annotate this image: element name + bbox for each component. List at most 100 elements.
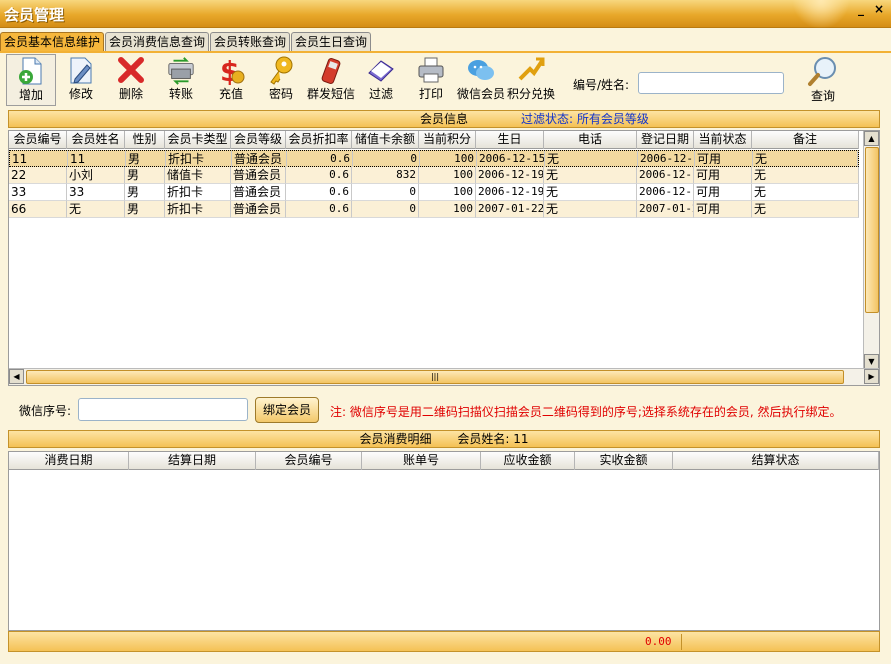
- cell: 普通会员: [231, 167, 286, 184]
- add-button[interactable]: 增加: [6, 54, 56, 106]
- cell: 0.6: [287, 151, 353, 168]
- cell: 男: [125, 184, 165, 201]
- print-button[interactable]: 打印: [406, 54, 456, 106]
- cell: 100: [419, 167, 476, 184]
- scroll-down-icon[interactable]: ▼: [864, 354, 879, 369]
- column-header[interactable]: 登记日期: [637, 131, 694, 149]
- column-header[interactable]: 消费日期: [9, 452, 129, 470]
- minimize-button[interactable]: _: [853, 3, 869, 17]
- bind-member-button[interactable]: 绑定会员: [255, 397, 319, 423]
- table-row[interactable]: 22 小刘 男 储值卡 普通会员 0.6 832 100 2006-12-19 …: [9, 167, 859, 184]
- add-doc-icon: [16, 55, 46, 87]
- scroll-left-icon[interactable]: ◀: [9, 369, 24, 384]
- column-header[interactable]: 性别: [125, 131, 165, 149]
- member-table-header: 会员编号 会员姓名 性别 会员卡类型 会员等级 会员折扣率 储值卡余额 当前积分…: [9, 131, 859, 149]
- column-header[interactable]: 账单号: [362, 452, 481, 470]
- table-row[interactable]: 33 33 男 折扣卡 普通会员 0.6 0 100 2006-12-19 无 …: [9, 184, 859, 201]
- cell: 普通会员: [231, 201, 286, 218]
- cell: 2006-12-1: [637, 184, 694, 201]
- bulk-sms-button[interactable]: 群发短信: [306, 54, 356, 106]
- column-header[interactable]: 结算日期: [129, 452, 256, 470]
- search-input[interactable]: [638, 72, 784, 94]
- table-row[interactable]: 66 无 男 折扣卡 普通会员 0.6 0 100 2007-01-22 无 2…: [9, 201, 859, 218]
- column-header[interactable]: 应收金额: [481, 452, 575, 470]
- column-header[interactable]: 会员折扣率: [286, 131, 352, 149]
- delete-button[interactable]: 删除: [106, 54, 156, 106]
- cell: 小刘: [67, 167, 125, 184]
- edit-doc-icon: [66, 54, 96, 86]
- cell: 0: [352, 184, 419, 201]
- cell: 储值卡: [165, 167, 231, 184]
- add-label: 增加: [18, 88, 43, 102]
- column-header[interactable]: 储值卡余额: [352, 131, 419, 149]
- totals-divider: [681, 634, 682, 650]
- tab-member-transfer-query[interactable]: 会员转账查询: [210, 32, 291, 52]
- wechat-serial-label: 微信序号:: [19, 404, 72, 418]
- printer-icon: [416, 54, 446, 86]
- table-row[interactable]: 11 11 男 折扣卡 普通会员 0.6 0 100 2006-12-15 无 …: [9, 150, 859, 168]
- transfer-button[interactable]: 转账: [156, 54, 206, 106]
- delete-x-icon: [116, 54, 146, 86]
- title-bar: 会员管理 _ ×: [0, 0, 891, 28]
- tab-strip: 会员基本信息维护 会员消费信息查询 会员转账查询 会员生日查询: [0, 32, 372, 52]
- recharge-button[interactable]: $ 充值: [206, 54, 256, 106]
- cell: 0: [353, 151, 420, 168]
- cell: 折扣卡: [166, 151, 232, 168]
- title-decoration: [791, 0, 851, 28]
- column-header[interactable]: 会员编号: [256, 452, 362, 470]
- edit-button[interactable]: 修改: [56, 54, 106, 106]
- column-header[interactable]: 备注: [752, 131, 859, 149]
- member-info-title: 会员信息: [419, 112, 468, 126]
- transfer-label: 转账: [168, 87, 193, 101]
- wechat-serial-input[interactable]: [78, 398, 248, 421]
- horizontal-scroll-thumb[interactable]: |||: [26, 370, 844, 384]
- password-button[interactable]: 密码: [256, 54, 306, 106]
- wechat-member-button[interactable]: 微信会员: [456, 54, 506, 106]
- bulk-sms-label: 群发短信: [306, 87, 355, 101]
- cell: 100: [420, 151, 477, 168]
- query-label: 查询: [810, 89, 835, 103]
- tab-member-basic-info[interactable]: 会员基本信息维护: [0, 32, 105, 52]
- cell: 2007-01-22: [476, 201, 544, 218]
- query-button[interactable]: 查询: [800, 54, 846, 106]
- member-info-header: 会员信息 过滤状态: 所有会员等级: [8, 110, 880, 128]
- column-header[interactable]: 当前积分: [419, 131, 476, 149]
- cell: 11: [68, 151, 126, 168]
- consumption-detail-title: 会员消费明细: [359, 432, 432, 446]
- cell: 11: [10, 151, 68, 168]
- recharge-dollar-icon: $: [216, 54, 246, 86]
- column-header[interactable]: 实收金额: [575, 452, 673, 470]
- column-header[interactable]: 电话: [544, 131, 637, 149]
- column-header[interactable]: 当前状态: [694, 131, 752, 149]
- cell: 无: [67, 201, 125, 218]
- column-header[interactable]: 结算状态: [673, 452, 879, 470]
- cell: 无: [545, 151, 638, 168]
- cell: 折扣卡: [165, 201, 231, 218]
- tab-member-consumption-query[interactable]: 会员消费信息查询: [105, 32, 210, 52]
- column-header[interactable]: 生日: [476, 131, 544, 149]
- cell: 0: [352, 201, 419, 218]
- column-header[interactable]: 会员姓名: [67, 131, 125, 149]
- cell: 无: [752, 167, 859, 184]
- scroll-right-icon[interactable]: ▶: [864, 369, 879, 384]
- points-exchange-button[interactable]: 积分兑换: [506, 54, 556, 106]
- cell: 无: [752, 201, 859, 218]
- cell: 0.6: [286, 201, 352, 218]
- vertical-scroll-thumb[interactable]: [865, 147, 879, 313]
- cell: 2006-12-1: [638, 151, 695, 168]
- scroll-up-icon[interactable]: ▲: [864, 131, 879, 146]
- column-header[interactable]: 会员卡类型: [165, 131, 231, 149]
- horizontal-scrollbar[interactable]: ◀ ||| ▶: [9, 368, 879, 385]
- close-button[interactable]: ×: [871, 3, 887, 17]
- cell: 2006-12-15: [477, 151, 545, 168]
- wechat-note: 注: 微信序号是用二维码扫描仪扫描会员二维码得到的序号;选择系统存在的会员, 然…: [330, 405, 842, 419]
- filter-button[interactable]: 过滤: [356, 54, 406, 106]
- password-label: 密码: [268, 87, 293, 101]
- cell: 男: [125, 201, 165, 218]
- consumption-table-header: 消费日期 结算日期 会员编号 账单号 应收金额 实收金额 结算状态: [9, 452, 879, 470]
- vertical-scrollbar[interactable]: ▲ ▼: [863, 131, 879, 369]
- column-header[interactable]: 会员编号: [9, 131, 67, 149]
- cell: 2006-12-19: [476, 184, 544, 201]
- tab-member-birthday-query[interactable]: 会员生日查询: [291, 32, 372, 52]
- column-header[interactable]: 会员等级: [231, 131, 286, 149]
